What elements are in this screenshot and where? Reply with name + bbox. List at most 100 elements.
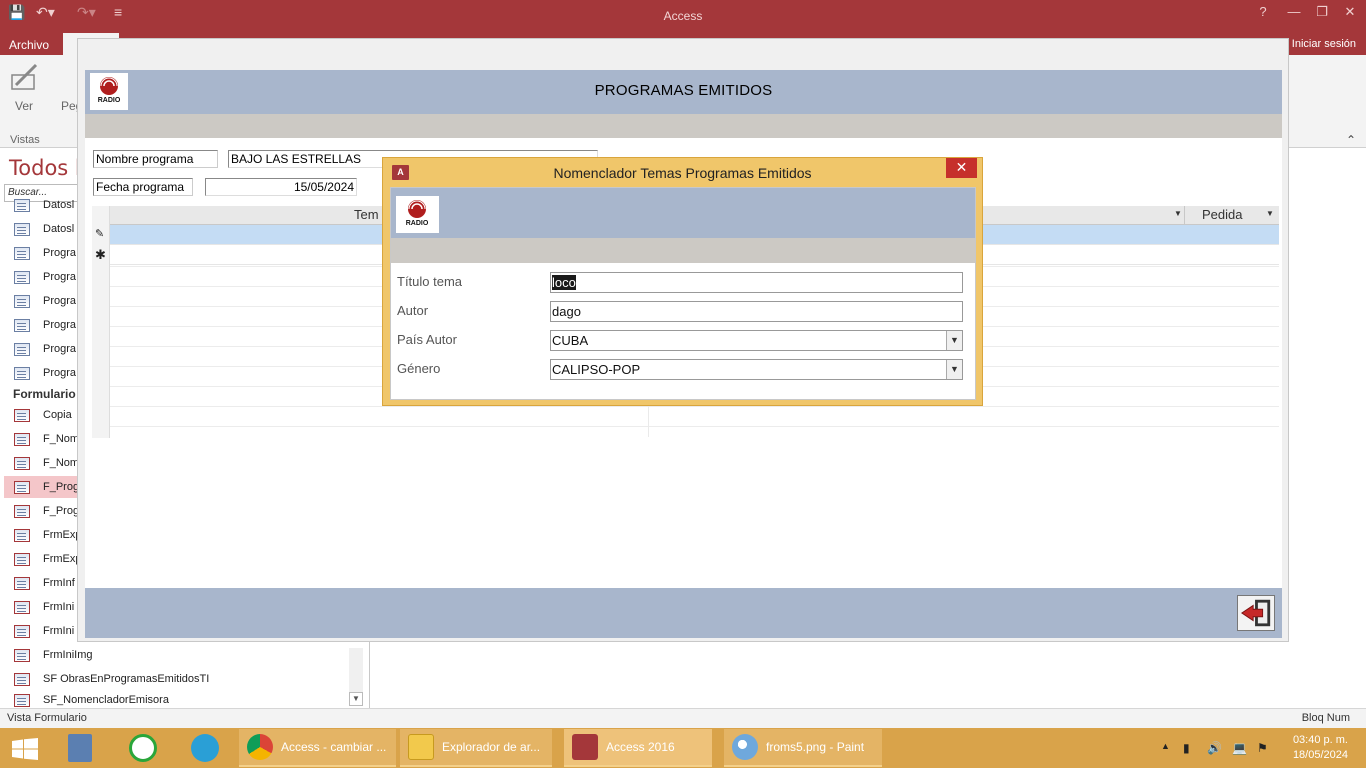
windows-start-icon[interactable] [12, 738, 38, 760]
pais-autor-label: País Autor [397, 332, 457, 347]
form-icon [14, 432, 30, 446]
table-icon [14, 366, 30, 380]
new-record-icon: ✱ [95, 247, 106, 262]
table-icon [14, 246, 30, 260]
chevron-down-icon[interactable]: ▼ [946, 360, 962, 379]
fecha-programa-field[interactable]: 15/05/2024 [205, 178, 357, 196]
form-icon [14, 504, 30, 518]
taskbar-item-paint[interactable]: froms5.png - Paint [724, 729, 882, 767]
form-icon [14, 624, 30, 638]
nav-item-table[interactable]: Progra [14, 340, 76, 358]
nombre-programa-label: Nombre programa [93, 150, 218, 168]
nav-item-form[interactable]: FrmIniImg [14, 646, 93, 664]
volume-icon[interactable]: 🔊 [1207, 741, 1222, 755]
nav-item-form[interactable]: F_Nom [14, 454, 79, 472]
folder-icon [408, 734, 434, 760]
nav-item-form[interactable]: FrmExp [14, 550, 82, 568]
title-bar: 💾 ↶▾ ↷▾ ≡ Access ? — ❐ ✕ [0, 0, 1366, 33]
flag-icon[interactable]: ⚑ [1257, 741, 1268, 755]
tray-expand-icon[interactable]: ▲ [1161, 741, 1170, 751]
dialog-separator-bar [391, 238, 975, 263]
nav-item-form[interactable]: F_Prog [14, 502, 79, 520]
nav-item-form[interactable]: F_Nom [14, 430, 79, 448]
nav-item-form[interactable]: FrmIni [14, 598, 74, 616]
taskbar-item-explorer[interactable]: Explorador de ar... [400, 729, 552, 767]
status-numlock-text: Bloq Num [1301, 712, 1350, 724]
svg-text:RADIO: RADIO [406, 220, 429, 227]
dialog-title: Nomenclador Temas Programas Emitidos [553, 165, 812, 181]
minimize-icon[interactable]: — [1279, 4, 1309, 19]
close-icon[interactable]: ✕ [1335, 4, 1365, 20]
table-icon [14, 222, 30, 236]
nav-item-table[interactable]: Progra [14, 364, 76, 382]
form-icon [14, 528, 30, 542]
restore-icon[interactable]: ❐ [1307, 4, 1337, 20]
nav-item-table[interactable]: Progra [14, 244, 76, 262]
column-dropdown-icon[interactable]: ▼ [1266, 209, 1274, 218]
genero-label: Género [397, 361, 441, 376]
access-icon [572, 734, 598, 760]
column-header-tema[interactable]: Tem [354, 207, 379, 222]
form-icon [14, 408, 30, 422]
nav-section-forms[interactable]: Formulario [13, 387, 76, 401]
form-header: RADIO PROGRAMAS EMITIDOS [85, 70, 1282, 114]
app-title: Access [663, 9, 703, 23]
dialog-header: RADIO [391, 188, 975, 238]
chrome-icon [247, 734, 273, 760]
nav-item-table[interactable]: Datosl [14, 220, 74, 238]
table-icon [14, 342, 30, 356]
view-icon[interactable] [10, 63, 40, 91]
form-icon [14, 693, 30, 707]
system-clock[interactable]: 03:40 p. m. 18/05/2024 [1293, 733, 1348, 763]
titulo-tema-value: loco [552, 275, 576, 290]
titulo-tema-input[interactable]: loco [550, 272, 963, 293]
network-icon[interactable]: 💻 [1232, 741, 1247, 755]
exit-button[interactable] [1237, 595, 1275, 631]
genero-combo[interactable]: CALIPSO-POP ▼ [550, 359, 963, 380]
column-header-pedida[interactable]: Pedida [1202, 207, 1242, 222]
fecha-programa-label: Fecha programa [93, 178, 193, 196]
nav-scrollbar[interactable]: ▼ [349, 648, 363, 706]
view-button[interactable]: Ver [15, 99, 33, 113]
dialog-body: RADIO Título tema loco Autor dago País A… [390, 187, 976, 400]
nav-item-table[interactable]: Datosl [14, 196, 74, 214]
signin-link[interactable]: Iniciar sesión [1292, 38, 1356, 50]
calculator-icon[interactable] [68, 734, 92, 762]
help-button[interactable]: ? [1248, 4, 1278, 19]
views-group-label: Vistas [10, 134, 40, 146]
dialog-close-button[interactable]: ✕ [946, 158, 977, 178]
nav-title[interactable]: Todos l [9, 156, 81, 180]
table-icon [14, 198, 30, 212]
chevron-down-icon[interactable]: ▼ [946, 331, 962, 350]
nav-item-form[interactable]: SF_NomencladorEmisora [14, 693, 169, 707]
titulo-tema-label: Título tema [397, 274, 463, 289]
nomenclador-temas-dialog: A Nomenclador Temas Programas Emitidos ✕… [382, 157, 983, 406]
taskbar-item-chrome[interactable]: Access - cambiar ... [239, 729, 396, 767]
nav-item-form[interactable]: Copia [14, 406, 72, 424]
usb-icon[interactable]: ▮ [1183, 741, 1190, 755]
status-bar: Vista Formulario Bloq Num [0, 708, 1366, 728]
radio-logo-icon: RADIO [396, 196, 439, 233]
collapse-ribbon-icon[interactable]: ⌃ [1346, 133, 1356, 147]
form-icon [14, 576, 30, 590]
nav-item-form[interactable]: FrmExp [14, 526, 82, 544]
autor-input[interactable]: dago [550, 301, 963, 322]
telegram-icon[interactable] [191, 734, 219, 762]
taskbar: Access - cambiar ... Explorador de ar...… [0, 728, 1366, 768]
nav-item-table[interactable]: Progra [14, 292, 76, 310]
form-icon [14, 552, 30, 566]
file-tab[interactable]: Archivo [9, 38, 49, 52]
whatsapp-icon[interactable] [129, 734, 157, 762]
taskbar-item-access[interactable]: Access 2016 [564, 729, 712, 767]
nav-item-form[interactable]: SF ObrasEnProgramasEmitidosTI [14, 670, 209, 688]
genero-value: CALIPSO-POP [552, 362, 641, 377]
pais-autor-combo[interactable]: CUBA ▼ [550, 330, 963, 351]
nav-item-form[interactable]: FrmInf [14, 574, 75, 592]
nav-item-form[interactable]: FrmIni [14, 622, 74, 640]
pencil-icon: ✎ [95, 228, 105, 240]
autor-label: Autor [397, 303, 429, 318]
scroll-down-icon[interactable]: ▼ [349, 692, 363, 706]
nav-item-table[interactable]: Progra [14, 268, 76, 286]
nav-item-table[interactable]: Progra [14, 316, 76, 334]
column-dropdown-icon[interactable]: ▼ [1174, 209, 1182, 218]
